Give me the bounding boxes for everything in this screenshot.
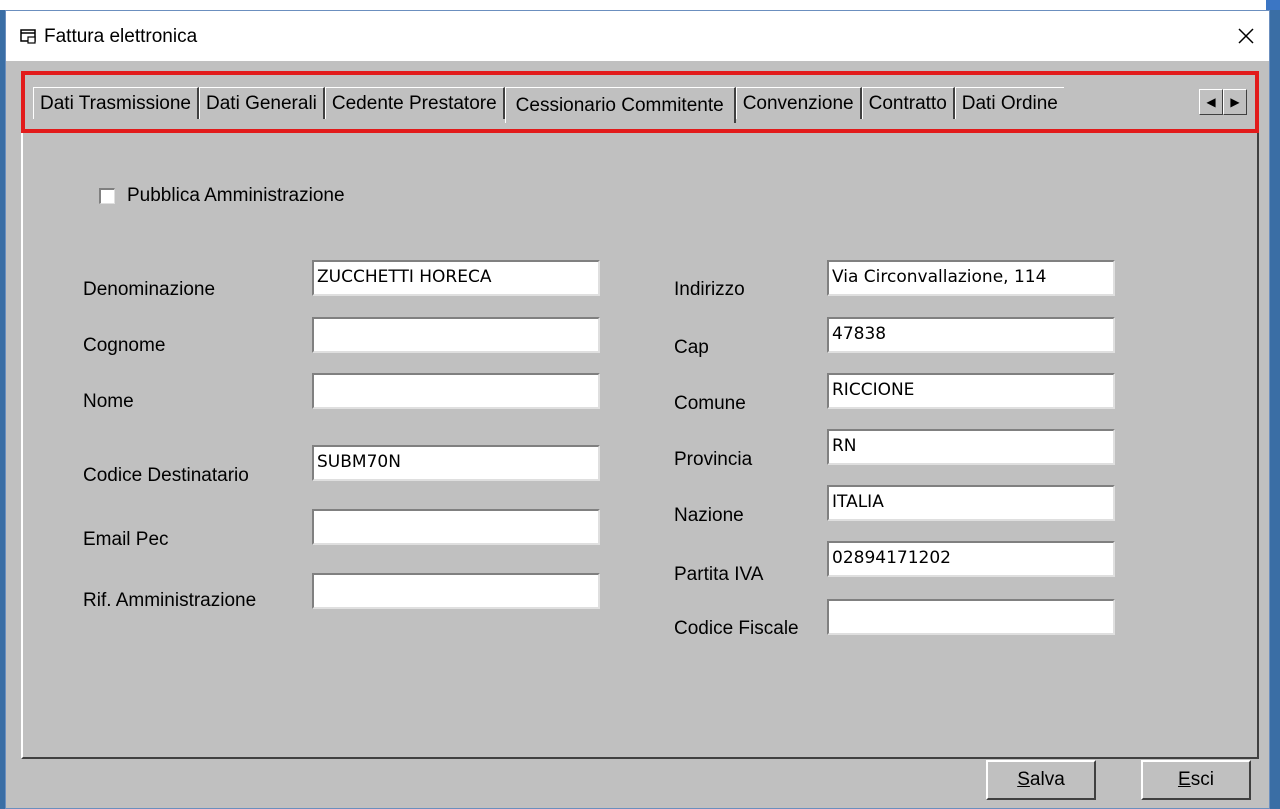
esci-label: sci xyxy=(1190,769,1214,790)
cognome-label: Cognome xyxy=(83,335,166,356)
tab-dati-generali[interactable]: Dati Generali xyxy=(199,87,325,119)
tab-scroll-right-button[interactable]: ▶ xyxy=(1223,89,1247,115)
pubblica-amministrazione-checkbox[interactable] xyxy=(99,188,115,204)
rif-amministrazione-label: Rif. Amministrazione xyxy=(83,590,257,611)
window-title: Fattura elettronica xyxy=(44,26,198,47)
comune-label: Comune xyxy=(674,393,746,414)
email-pec-field[interactable] xyxy=(312,509,600,545)
cap-label: Cap xyxy=(674,337,709,358)
denominazione-label: Denominazione xyxy=(83,279,216,300)
close-button[interactable] xyxy=(1223,11,1269,61)
pubblica-amministrazione-row: Pubblica Amministrazione xyxy=(99,185,345,207)
salva-label: alva xyxy=(1029,769,1065,790)
tab-contratto[interactable]: Contratto xyxy=(861,87,955,119)
nome-field[interactable] xyxy=(312,373,600,409)
fattura-window: Fattura elettronica Dati Trasmissione Da… xyxy=(5,10,1270,809)
codice-destinatario-field[interactable]: SUBM70N xyxy=(312,445,600,481)
salva-button[interactable]: Salva xyxy=(986,760,1096,800)
email-pec-label: Email Pec xyxy=(83,529,169,550)
denominazione-field[interactable]: ZUCCHETTI HORECA xyxy=(312,260,600,296)
salva-accel: S xyxy=(1017,769,1030,790)
pubblica-amministrazione-label: Pubblica Amministrazione xyxy=(127,185,345,206)
app-icon xyxy=(20,29,36,44)
nazione-field[interactable]: ITALIA xyxy=(827,485,1115,521)
indirizzo-label: Indirizzo xyxy=(674,279,745,300)
close-icon xyxy=(1238,28,1254,44)
tab-scroll-left-button[interactable]: ◀ xyxy=(1199,89,1223,115)
tab-cedente-prestatore[interactable]: Cedente Prestatore xyxy=(324,87,505,119)
partita-iva-label: Partita IVA xyxy=(674,564,764,585)
tab-panel-cessionario: Pubblica Amministrazione Denominazione Z… xyxy=(21,133,1259,759)
arrow-right-icon: ▶ xyxy=(1230,95,1240,109)
comune-field[interactable]: RICCIONE xyxy=(827,373,1115,409)
background-window-edge xyxy=(1266,0,1280,10)
codice-destinatario-label: Codice Destinatario xyxy=(83,465,249,486)
provincia-label: Provincia xyxy=(674,449,753,470)
tab-row: Dati Trasmissione Dati Generali Cedente … xyxy=(33,85,1064,123)
nome-label: Nome xyxy=(83,391,134,412)
tab-scroll-buttons: ◀ ▶ xyxy=(1199,89,1247,115)
top-strip xyxy=(0,0,1280,10)
esci-button[interactable]: Esci xyxy=(1141,760,1251,800)
tab-convenzione[interactable]: Convenzione xyxy=(735,87,862,119)
provincia-field[interactable]: RN xyxy=(827,429,1115,465)
tab-cessionario-commitente[interactable]: Cessionario Commitente xyxy=(504,87,736,123)
nazione-label: Nazione xyxy=(674,505,744,526)
codice-fiscale-label: Codice Fiscale xyxy=(674,618,799,639)
tab-dati-trasmissione[interactable]: Dati Trasmissione xyxy=(33,87,199,119)
cap-field[interactable]: 47838 xyxy=(827,317,1115,353)
esci-accel: E xyxy=(1178,769,1191,790)
tab-dati-ordine[interactable]: Dati Ordine xyxy=(954,87,1064,119)
arrow-left-icon: ◀ xyxy=(1206,95,1216,109)
title-bar[interactable]: Fattura elettronica xyxy=(6,11,1269,61)
tab-strip: Dati Trasmissione Dati Generali Cedente … xyxy=(21,71,1259,133)
partita-iva-field[interactable]: 02894171202 xyxy=(827,541,1115,577)
indirizzo-field[interactable]: Via Circonvallazione, 114 xyxy=(827,260,1115,296)
codice-fiscale-field[interactable] xyxy=(827,599,1115,635)
rif-amministrazione-field[interactable] xyxy=(312,573,600,609)
cognome-field[interactable] xyxy=(312,317,600,353)
